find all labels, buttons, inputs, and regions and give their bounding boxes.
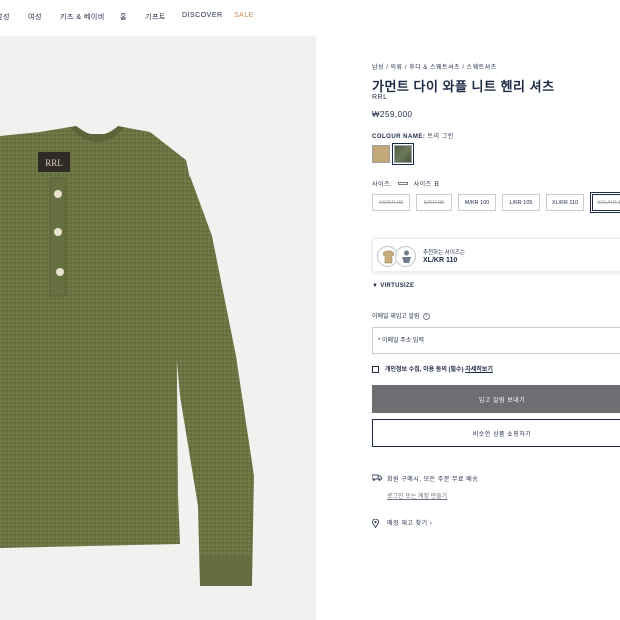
- size-option-l[interactable]: L/KR 105: [502, 194, 540, 211]
- size-chart-link[interactable]: 사이즈 표: [414, 182, 440, 188]
- info-icon[interactable]: i: [422, 312, 430, 320]
- nav-item-kids[interactable]: 키즈 & 베이비: [60, 12, 105, 22]
- shipping-text: 회원 구매시, 모든 주문 무료 배송: [387, 477, 479, 483]
- nav-item-discover[interactable]: DISCOVER: [182, 12, 223, 19]
- nav-item-men[interactable]: 남성: [0, 12, 10, 22]
- location-pin-icon: [372, 518, 387, 529]
- consent-checkbox[interactable]: [372, 365, 379, 373]
- product-title: 가먼트 다이 와플 니트 헨리 셔츠: [372, 79, 555, 94]
- virtusize-logo[interactable]: ▼ VIRTUSIZE: [372, 283, 414, 289]
- login-link[interactable]: 로그인 또는 계정 만들기: [387, 491, 447, 500]
- product-price: ₩259,000: [372, 110, 413, 119]
- consent-text: 개인정보 수집, 이용 동의 (필수): [385, 367, 464, 373]
- size-option-s[interactable]: S/KR 95: [416, 194, 452, 211]
- consent-details-link[interactable]: 자세히보기: [465, 367, 493, 373]
- tan-swatch[interactable]: [372, 145, 390, 163]
- size-option-m[interactable]: M/KR 100: [458, 194, 496, 211]
- ruler-icon: [398, 182, 409, 186]
- size-label-row: 사이즈: 사이즈 표: [372, 179, 440, 188]
- shop-similar-button[interactable]: 비슷한 상품 쇼핑하기: [372, 419, 620, 447]
- recommendation-value: XL/KR 110: [423, 257, 458, 264]
- nav-item-sale[interactable]: SALE: [234, 12, 254, 19]
- notify-label-row: 이메일 재입고 알림 i: [372, 311, 430, 320]
- colour-label: COLOUR NAME:: [372, 134, 426, 140]
- nav-item-gift[interactable]: 기프트: [145, 12, 166, 22]
- breadcrumb[interactable]: 남성 / 의류 / 후디 & 스웨트셔츠 / 스웨트셔츠: [372, 62, 497, 71]
- size-option-xxl[interactable]: XXL/KR 115: [590, 192, 620, 213]
- email-input[interactable]: [372, 327, 620, 354]
- send-notification-button[interactable]: 입고 알림 보내기: [372, 385, 620, 413]
- size-label: 사이즈:: [372, 182, 393, 188]
- size-recommendation-card[interactable]: 추천하는 사이즈는 XL/KR 110: [372, 238, 620, 272]
- body-icon: [395, 246, 416, 267]
- nav-item-home[interactable]: 홈: [120, 12, 127, 22]
- nav-item-women[interactable]: 여성: [28, 12, 42, 22]
- green-swatch[interactable]: [392, 143, 414, 165]
- size-option-xs[interactable]: XS/KR 90: [372, 194, 410, 211]
- brand-name[interactable]: RRL: [372, 94, 388, 101]
- notify-label: 이메일 재입고 알림: [372, 314, 420, 320]
- svg-text:RRL: RRL: [45, 158, 63, 168]
- product-image[interactable]: RRL: [0, 36, 316, 620]
- store-finder-text: 매장 재고 찾기: [387, 521, 428, 527]
- recommendation-label: 추천하는 사이즈는: [423, 250, 466, 256]
- virtusize-v-icon: ▼: [372, 283, 381, 289]
- store-finder-row[interactable]: 매장 재고 찾기 ›: [372, 518, 433, 529]
- shipping-row: 회원 구매시, 모든 주문 무료 배송: [371, 474, 479, 483]
- chevron-right-icon: ›: [427, 521, 433, 527]
- consent-row: 개인정보 수집, 이용 동의 (필수) 자세히보기: [372, 364, 493, 373]
- henley-shirt-image: RRL: [0, 126, 254, 586]
- size-option-xl[interactable]: XL/KR 110: [546, 194, 584, 211]
- truck-icon: [371, 474, 382, 483]
- colour-label-row: COLOUR NAME: 트리 그린: [372, 131, 454, 140]
- virtusize-label: VIRTUSIZE: [380, 283, 415, 289]
- product-details: 남성 / 의류 / 후디 & 스웨트셔츠 / 스웨트셔츠 가먼트 다이 와플 니…: [371, 0, 620, 620]
- colour-value: 트리 그린: [427, 134, 454, 140]
